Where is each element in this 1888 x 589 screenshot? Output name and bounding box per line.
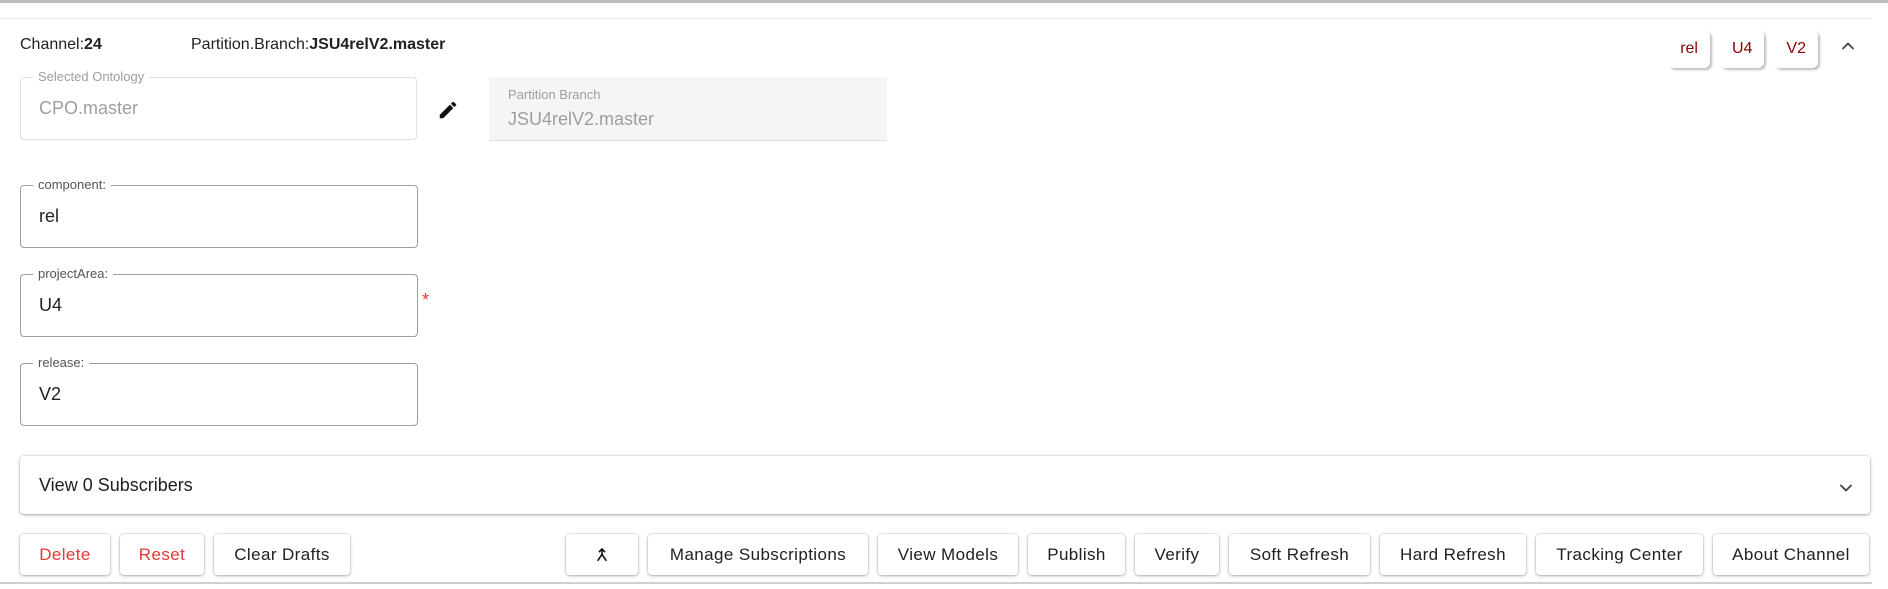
chevron-up-icon[interactable] [1838,36,1858,56]
release-legend: release: [33,355,90,370]
reset-button[interactable]: Reset [120,534,204,575]
selected-ontology-field: Selected Ontology CPO.master [20,69,417,140]
partition-branch-label: Partition Branch [508,87,601,102]
chevron-down-icon[interactable] [1836,478,1856,498]
channel-number: 24 [84,36,102,53]
subscribers-title: View 0 Subscribers [39,475,193,495]
partition-header: Partition.Branch:JSU4relV2.master [191,36,445,54]
delete-button[interactable]: Delete [20,534,110,575]
project-area-value[interactable]: U4 [39,295,62,316]
release-value[interactable]: V2 [39,384,61,405]
channel-chips: rel U4 V2 [1668,30,1818,68]
hard-refresh-button[interactable]: Hard Refresh [1380,534,1526,575]
partition-label: Partition.Branch: [191,36,310,53]
partition-branch-name: JSU4relV2.master [309,36,446,53]
release-field[interactable]: release: V2 [20,355,418,426]
about-channel-button[interactable]: About Channel [1713,534,1869,575]
publish-button[interactable]: Publish [1028,534,1125,575]
soft-refresh-button[interactable]: Soft Refresh [1229,534,1370,575]
project-area-field[interactable]: projectArea: U4 [20,266,418,337]
manage-subscriptions-button[interactable]: Manage Subscriptions [648,534,868,575]
chip-component[interactable]: rel [1668,30,1710,68]
component-field[interactable]: component: rel [20,177,418,248]
verify-button[interactable]: Verify [1135,534,1219,575]
channel-header: Channel:24 [20,36,102,54]
component-value[interactable]: rel [39,206,59,227]
selected-ontology-value: CPO.master [39,98,139,118]
clear-drafts-button[interactable]: Clear Drafts [214,534,350,575]
chip-release[interactable]: V2 [1774,30,1818,68]
required-indicator: * [422,290,430,310]
component-legend: component: [33,177,111,192]
view-models-button[interactable]: View Models [878,534,1018,575]
partition-branch-field: Partition Branch JSU4relV2.master [489,77,887,141]
chip-project-area[interactable]: U4 [1719,30,1765,68]
selected-ontology-legend: Selected Ontology [33,69,150,84]
channel-label: Channel: [20,36,85,53]
subscribers-accordion[interactable]: View 0 Subscribers [20,456,1870,514]
partition-branch-value: JSU4relV2.master [508,109,655,129]
merge-icon [597,547,607,561]
top-divider [0,0,1888,3]
pencil-icon[interactable] [437,99,459,121]
project-area-legend: projectArea: [33,266,114,281]
merge-button[interactable] [566,534,638,575]
tracking-center-button[interactable]: Tracking Center [1536,534,1703,575]
